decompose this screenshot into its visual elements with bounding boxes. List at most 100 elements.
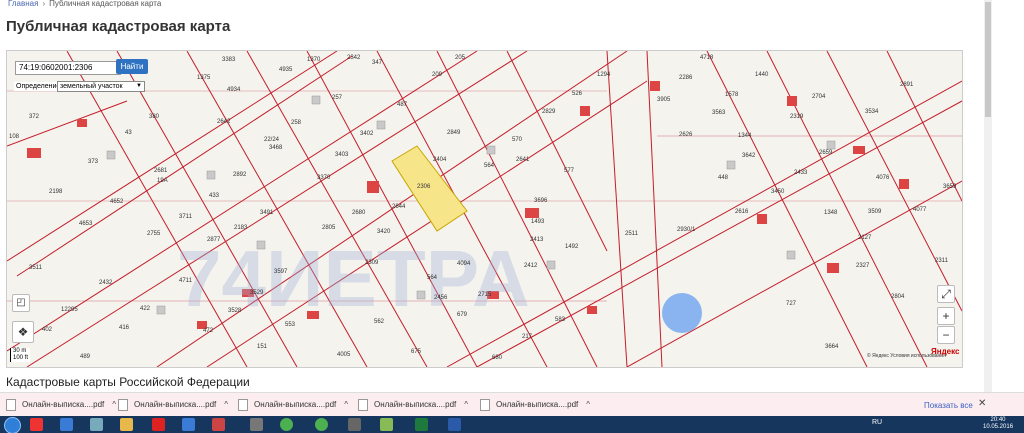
parcel-label: 2626 (679, 132, 693, 138)
parcel-label: 2849 (447, 130, 461, 136)
parcel-label: 2715 (478, 292, 492, 298)
parcel-label: 3563 (712, 110, 726, 116)
cadastral-number-input[interactable]: 74:19:0602001:2306 (15, 61, 121, 75)
show-all-downloads-link[interactable]: Показать все (924, 401, 973, 410)
parcel-label: 2930/1 (677, 227, 696, 233)
scrollbar-thumb[interactable] (985, 2, 991, 117)
parcel-label: 4076 (876, 175, 890, 181)
page-scrollbar[interactable] (984, 0, 992, 392)
download-filename: Онлайн-выписка....pdf (134, 400, 217, 409)
parcel-label: 2755 (147, 231, 161, 237)
word-icon[interactable] (182, 418, 195, 431)
download-item[interactable]: Онлайн-выписка....pdf ^ (6, 397, 116, 413)
media-icon[interactable] (250, 418, 263, 431)
parcel-label: 2805 (322, 225, 336, 231)
parcel-label: 2704 (812, 94, 826, 100)
zoom-in-icon[interactable]: + (937, 307, 955, 325)
zoom-out-icon[interactable]: − (937, 326, 955, 344)
parcel-label: 487 (397, 102, 408, 108)
parcel-label: 3528 (228, 308, 242, 314)
download-filename: Онлайн-выписка....pdf (22, 400, 105, 409)
parcel-label: 583 (555, 317, 566, 323)
parcel-label: 1493 (531, 219, 545, 225)
close-icon[interactable]: ✕ (978, 398, 986, 409)
parcel-label: 2892 (233, 172, 247, 178)
parcel-label: 19А (157, 178, 168, 184)
start-button[interactable] (4, 417, 21, 433)
parcel-label: 3468 (269, 145, 283, 151)
map-canvas[interactable]: 74ИЕТРА 3383 2342347209205129447181440289… (7, 51, 962, 367)
download-filename: Онлайн-выписка....pdf (496, 400, 579, 409)
breadcrumb-current: Публичная кадастровая карта (49, 0, 162, 8)
parcel-label: 727 (786, 301, 797, 307)
parcel-label: 257 (332, 95, 343, 101)
language-indicator[interactable]: RU (872, 419, 882, 426)
parcel-label: 2198 (49, 189, 63, 195)
parcel-label: 2432 (99, 280, 113, 286)
parcel-label: 2319 (790, 114, 804, 120)
app-icon[interactable] (212, 418, 225, 431)
parcel-label: 3370 (317, 175, 331, 181)
app-icon[interactable] (90, 418, 103, 431)
water-body (662, 293, 702, 333)
parcel-label: 2413 (530, 237, 544, 243)
excel-icon[interactable] (415, 418, 428, 431)
app-icon[interactable] (380, 418, 393, 431)
yandex-browser-icon[interactable] (30, 418, 43, 431)
download-item[interactable]: Онлайн-выписка....pdf ^ (238, 397, 348, 413)
parcel-label: 3597 (274, 269, 288, 275)
parcel-label: 3450 (771, 189, 785, 195)
definition-select[interactable]: земельный участок ▼ (57, 81, 145, 92)
yandex-icon[interactable] (152, 418, 165, 431)
find-button[interactable]: Найти (116, 59, 148, 74)
breadcrumb: Главная › Публичная кадастровая карта (8, 0, 161, 10)
app-icon[interactable] (348, 418, 361, 431)
parcel-label: 4935 (279, 67, 293, 73)
folder-icon[interactable] (120, 418, 133, 431)
chevron-up-icon[interactable]: ^ (224, 397, 228, 413)
chevron-up-icon[interactable]: ^ (464, 397, 468, 413)
parcel-label: 564 (427, 275, 438, 281)
parcel-label: 422 (140, 306, 151, 312)
ie-icon[interactable] (60, 418, 73, 431)
map-scale: 30 m 100 ft (10, 348, 31, 362)
breadcrumb-home-link[interactable]: Главная (8, 0, 38, 8)
parcel-label: 489 (80, 354, 91, 360)
taskbar: RU 20:40 10.05.2016 (0, 416, 1024, 433)
parcel-label: 4934 (227, 87, 241, 93)
pdf-file-icon (480, 398, 490, 411)
chevron-down-icon: ▼ (136, 83, 142, 89)
parcel-label: 2327 (856, 263, 870, 269)
parcel-label: 402 (42, 327, 53, 333)
download-item[interactable]: Онлайн-выписка....pdf ^ (358, 397, 468, 413)
fullscreen-icon[interactable]: ⤢ (937, 285, 955, 303)
parcel-label: 2641 (516, 157, 530, 163)
parcel-label: 2891 (900, 82, 914, 88)
parcel-label: 564 (484, 163, 495, 169)
parcel-label: 2616 (735, 209, 749, 215)
parcel-label: 2642 (217, 119, 231, 125)
select-area-tool-icon[interactable]: ◰ (12, 294, 30, 312)
download-item[interactable]: Онлайн-выписка....pdf ^ (480, 397, 590, 413)
download-filename: Онлайн-выписка....pdf (374, 400, 457, 409)
download-item[interactable]: Онлайн-выписка....pdf ^ (118, 397, 228, 413)
chevron-up-icon[interactable]: ^ (112, 397, 116, 413)
parcel-label: 2877 (207, 237, 221, 243)
chrome-icon[interactable] (280, 418, 293, 431)
download-filename: Онлайн-выписка....pdf (254, 400, 337, 409)
parcel-label: 2311 (935, 258, 949, 264)
cadastral-map[interactable]: 74ИЕТРА 3383 2342 347 209 205 1294 4718 1440 289… (6, 50, 963, 368)
clock[interactable]: 20:40 10.05.2016 (983, 417, 1013, 431)
parcel-label: 680 (492, 355, 503, 361)
parcel-label: 2680 (352, 210, 366, 216)
chrome-icon[interactable] (315, 418, 328, 431)
word-icon[interactable] (448, 418, 461, 431)
parcel-label: 151 (257, 344, 268, 350)
parcel-label: 3659 (943, 184, 957, 190)
pdf-file-icon (118, 398, 128, 411)
chevron-up-icon[interactable]: ^ (344, 397, 348, 413)
parcel-label: 1492 (565, 244, 579, 250)
parcel-label: 472 (203, 328, 214, 334)
layers-icon[interactable]: ❖ (12, 321, 34, 343)
chevron-up-icon[interactable]: ^ (586, 397, 590, 413)
